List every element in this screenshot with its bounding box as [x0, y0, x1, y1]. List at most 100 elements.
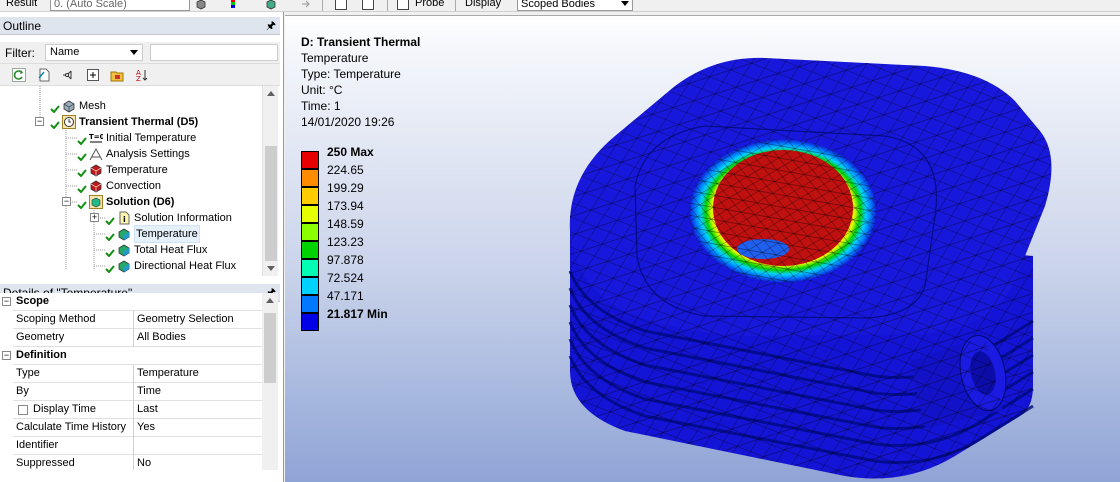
result-type: Type: Temperature [301, 67, 401, 81]
collapse-icon[interactable]: − [62, 197, 71, 206]
legend-band [301, 295, 319, 313]
details-key: Geometry [13, 329, 134, 347]
details-key: Calculate Time History [13, 419, 134, 437]
graphics-viewport[interactable]: D: Transient Thermal Temperature Type: T… [285, 15, 1120, 482]
legend-min-label: 21.817 Min [327, 307, 388, 321]
details-value[interactable] [135, 437, 262, 455]
tree-label: Analysis Settings [106, 148, 190, 160]
check-icon [105, 233, 115, 241]
details-row-geometry[interactable]: Geometry All Bodies [0, 329, 262, 347]
display-label: Display [465, 0, 502, 9]
details-value[interactable]: No [135, 455, 262, 470]
outline-header: Outline 🖈 [0, 17, 280, 35]
probe-icon[interactable] [397, 0, 409, 10]
details-group-definition[interactable]: − Definition [0, 347, 262, 365]
redo-arrow-icon[interactable] [300, 0, 312, 10]
legend-band [301, 169, 319, 187]
tree-label: Mesh [79, 100, 106, 112]
check-icon [77, 153, 87, 161]
legend-label: 47.171 [327, 289, 364, 303]
collapse-icon[interactable]: − [35, 117, 44, 126]
details-row-by[interactable]: By Time [0, 383, 262, 401]
details-value[interactable]: Temperature [135, 365, 262, 383]
legend-band [301, 205, 319, 223]
details-row-type[interactable]: Type Temperature [0, 365, 262, 383]
display-time-checkbox[interactable] [18, 405, 28, 415]
svg-text:Z: Z [136, 75, 141, 82]
details-value[interactable]: All Bodies [135, 329, 262, 347]
check-icon [105, 249, 115, 257]
legend-label: 72.524 [327, 271, 364, 285]
result-info-panel: D: Transient Thermal Temperature Type: T… [301, 34, 420, 130]
check-icon [105, 217, 115, 225]
tree-collapse-icon[interactable] [62, 68, 76, 82]
directional-heat-flux-icon [118, 260, 130, 273]
expand-icon[interactable]: + [90, 213, 99, 222]
result-timestamp: 14/01/2020 19:26 [301, 115, 395, 129]
outline-scrollbar[interactable] [262, 86, 278, 276]
legend-band [301, 187, 319, 205]
initial-temperature-icon: T=0 [89, 133, 103, 143]
filter-type-select[interactable]: Name [45, 44, 143, 61]
sort-az-icon[interactable]: AZ [134, 68, 148, 82]
details-group-scope[interactable]: − Scope [0, 293, 262, 311]
details-row-identifier[interactable]: Identifier [0, 437, 262, 455]
pin-icon[interactable]: 🖈 [266, 17, 276, 35]
refresh-icon[interactable] [12, 68, 26, 82]
details-scrollbar[interactable] [262, 293, 278, 470]
legend-label: 123.23 [327, 235, 364, 249]
solution-icon [89, 195, 103, 209]
collapse-icon[interactable]: − [2, 351, 11, 360]
display-combo[interactable]: Scoped Bodies [517, 0, 633, 11]
legend-band [301, 313, 319, 331]
mesh-icon [63, 100, 75, 113]
tree-label: Convection [106, 180, 162, 192]
tree-label: Temperature [106, 164, 168, 176]
folder-icon[interactable] [110, 68, 124, 82]
expand-all-icon[interactable] [86, 68, 100, 82]
legend-band [301, 277, 319, 295]
outline-title: Outline [3, 19, 42, 33]
details-value[interactable]: Geometry Selection [135, 311, 262, 329]
filter-bar: Filter: Name [0, 42, 280, 64]
details-key: Display Time [13, 401, 134, 419]
collapse-icon[interactable]: − [2, 297, 11, 306]
legend-band [301, 259, 319, 277]
solution-information-icon: i [119, 211, 130, 225]
tree-label: Solution (D6) [106, 196, 175, 208]
details-row-scoping-method[interactable]: Scoping Method Geometry Selection [0, 311, 262, 329]
check-icon [77, 137, 87, 145]
convection-icon [90, 180, 102, 193]
max-label-icon[interactable] [335, 0, 347, 10]
temperature-load-icon [90, 164, 102, 177]
details-row-display-time[interactable]: Display Time Last [0, 401, 262, 419]
display-combo-value: Scoped Bodies [521, 0, 595, 10]
details-group-label: Definition [16, 349, 67, 361]
filter-text-input[interactable] [150, 44, 278, 61]
context-toolbar: Result 0. (Auto Scale) Probe Display Sco… [0, 0, 1120, 12]
tree-label: Transient Thermal (D5) [79, 116, 199, 128]
tree-label: Temperature [134, 225, 200, 243]
details-value[interactable]: Time [135, 383, 262, 401]
scale-combo[interactable]: 0. (Auto Scale) [50, 0, 190, 11]
tree-toolbar: AZ [0, 64, 280, 86]
worksheet-icon[interactable] [37, 68, 51, 82]
details-group-label: Scope [16, 295, 50, 307]
probe-button[interactable]: Probe [415, 0, 444, 9]
analysis-settings-icon [89, 147, 103, 161]
geometry-view-icon[interactable] [195, 0, 207, 10]
check-icon [105, 265, 115, 273]
legend-label: 173.94 [327, 199, 364, 213]
legend-label: 199.29 [327, 181, 364, 195]
min-label-icon[interactable] [362, 0, 374, 10]
contour-bands-icon[interactable] [230, 0, 242, 10]
check-icon [77, 201, 87, 209]
check-icon [77, 169, 87, 177]
details-row-suppressed[interactable]: Suppressed No [0, 455, 262, 470]
details-value[interactable]: Last [135, 401, 262, 419]
edges-icon[interactable] [265, 0, 277, 10]
details-value[interactable]: Yes [135, 419, 262, 437]
outline-tree: Mesh − Transient Thermal (D5) T=0 Initia… [0, 86, 262, 276]
details-row-calculate-time-history[interactable]: Calculate Time History Yes [0, 419, 262, 437]
cylinder-bore [689, 139, 877, 283]
